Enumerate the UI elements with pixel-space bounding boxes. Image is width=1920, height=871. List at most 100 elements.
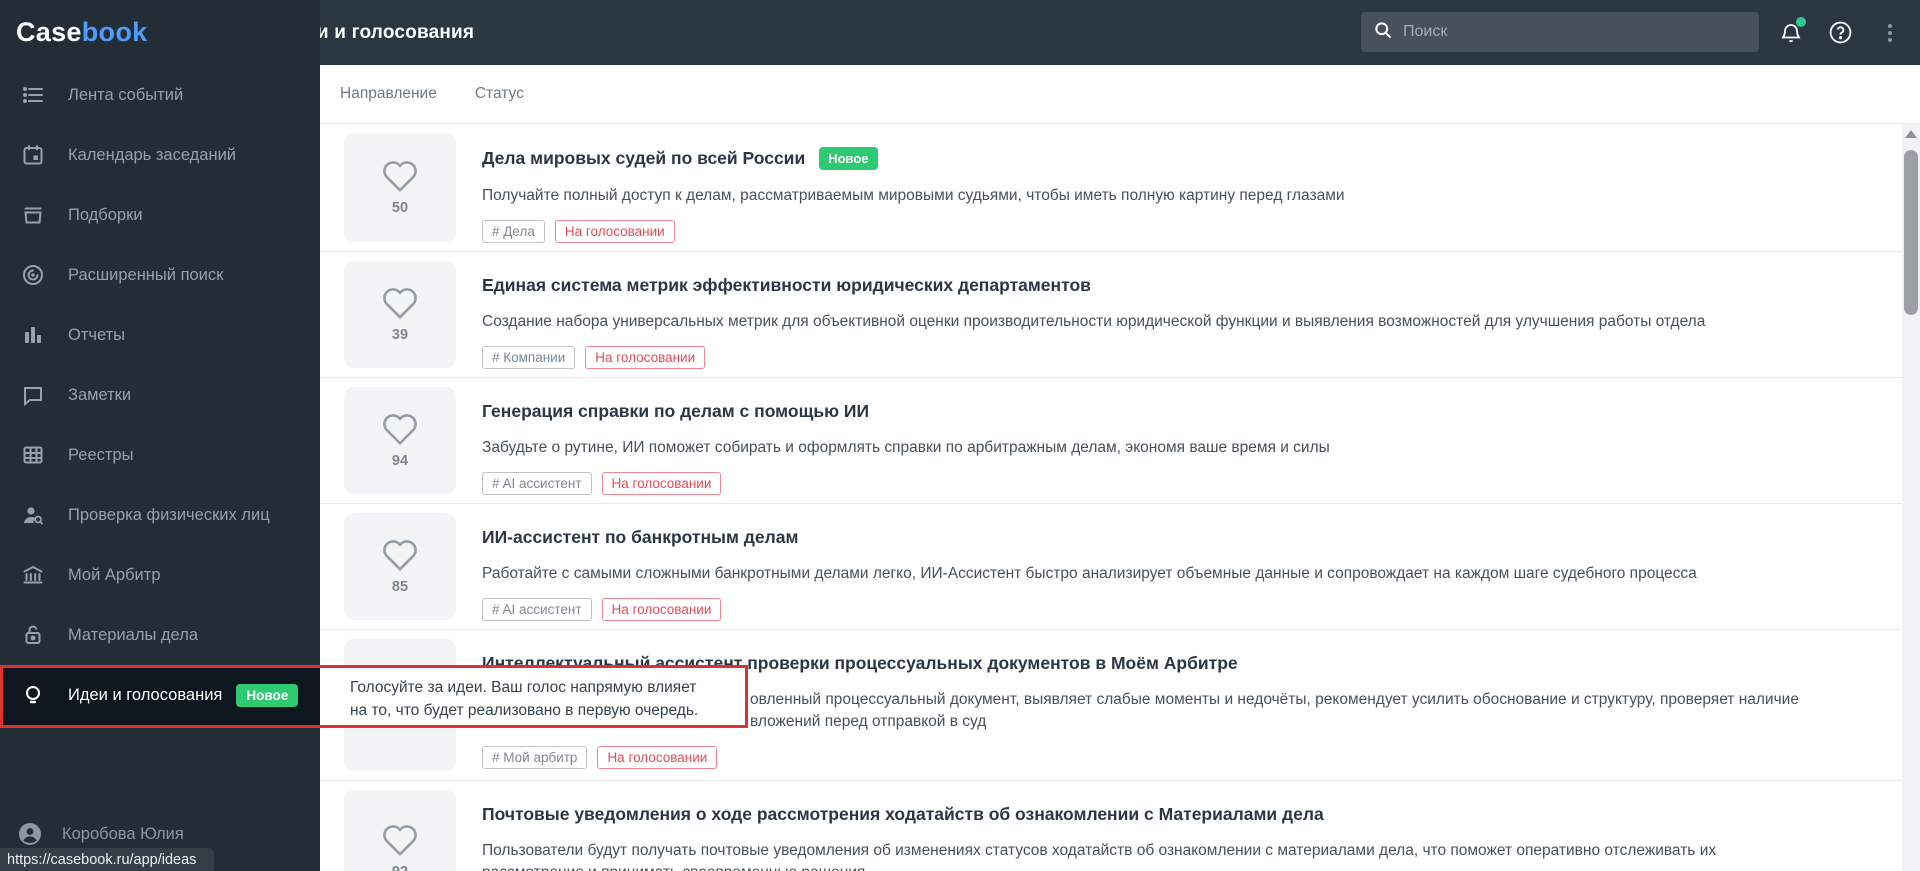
filter-bar: Направление Статус (320, 65, 1920, 124)
category-chip: # Дела (482, 220, 545, 243)
vote-count: 94 (391, 453, 409, 469)
sidebar-item-label: Проверка физических лиц (68, 505, 270, 524)
scroll-up-arrow-icon[interactable] (1905, 130, 1917, 138)
casebook-logo[interactable]: Case book (0, 0, 320, 65)
sidebar-item-label: Лента событий (68, 85, 184, 104)
idea-tags: # AI ассистент На голосовании (482, 598, 1890, 621)
idea-row[interactable]: 50 Дела мировых судей по всей России Новое… (320, 124, 1920, 252)
idea-row[interactable]: 39 Единая система метрик эффективности юр… (320, 252, 1920, 378)
idea-body: Интеллектуальный ассистент проверки проц… (456, 638, 1890, 772)
description-line: Работайте с самыми сложными банкротными … (482, 565, 1697, 582)
idea-title[interactable]: Интеллектуальный ассистент проверки проц… (482, 653, 1238, 674)
sidebar-item-3[interactable]: Подборки (0, 185, 320, 245)
vote-count: 50 (391, 200, 409, 216)
idea-title[interactable]: Почтовые уведомления о ходе рассмотрения… (482, 804, 1324, 825)
vote-count: 39 (391, 327, 409, 343)
sidebar-item-6[interactable]: Заметки (0, 365, 320, 425)
idea-description: Работайте с самыми сложными банкротными … (482, 563, 1890, 585)
idea-row[interactable]: 94 Генерация справки по делам с помощью И… (320, 378, 1920, 504)
idea-tags: # Мой арбитр На голосовании (482, 746, 1890, 769)
sidebar-item-5[interactable]: Отчеты (0, 305, 320, 365)
sidebar-item-7[interactable]: Реестры (0, 425, 320, 485)
sidebar-item-2[interactable]: Календарь заседаний (0, 125, 320, 185)
bank-icon (20, 562, 46, 588)
idea-tags: # AI ассистент На голосовании (482, 472, 1890, 495)
sidebar-item-label: Заметки (68, 385, 132, 404)
idea-description: Создание набора универсальных метрик для… (482, 311, 1890, 333)
idea-title[interactable]: ИИ-ассистент по банкротным делам (482, 527, 798, 548)
search-icon (1373, 20, 1393, 45)
description-line: Забудьте о рутине, ИИ поможет собирать и… (482, 439, 1330, 456)
idea-body: Дела мировых судей по всей России Новое По… (456, 132, 1890, 243)
description-line: Создание набора универсальных метрик для… (482, 313, 1706, 330)
idea-row[interactable]: 92 Почтовые уведомления о ходе рассмотрен… (320, 781, 1920, 871)
idea-description: Забудьте о рутине, ИИ поможет собирать и… (482, 437, 1890, 459)
idea-body: ИИ-ассистент по банкротным делам Работайт… (456, 512, 1890, 621)
idea-row[interactable]: Интеллектуальный ассистент проверки проц… (320, 630, 1920, 781)
sidebar-item-label: Отчеты (68, 325, 126, 344)
heart-icon (381, 159, 419, 198)
vote-count: 85 (391, 579, 409, 595)
filter-1[interactable]: Направление (340, 85, 437, 103)
scrollbar-track[interactable] (1902, 124, 1920, 871)
main-content: Направление Статус 50 Дела мировых судей п… (320, 65, 1920, 871)
vote-button[interactable]: 85 (344, 513, 456, 620)
heart-icon (381, 286, 419, 325)
global-search[interactable] (1361, 12, 1759, 52)
sidebar-item-8[interactable]: Проверка физических лиц (0, 485, 320, 545)
status-chip: На голосовании (597, 746, 718, 769)
help-button[interactable] (1822, 0, 1858, 65)
sidebar-item-4[interactable]: Расширенный поиск (0, 245, 320, 305)
heart-icon (381, 823, 419, 862)
category-chip: # AI ассистент (482, 472, 592, 495)
scrollbar-thumb[interactable] (1904, 150, 1918, 315)
search-input[interactable] (1403, 23, 1733, 41)
sidebar-item-9[interactable]: Мой Арбитр (0, 545, 320, 605)
vote-button[interactable]: 92 (344, 790, 456, 871)
description-line: вложений перед отправкой в суд (750, 713, 987, 730)
vote-button[interactable]: 39 (344, 261, 456, 368)
collections-icon (20, 202, 46, 228)
sidebar-item-10[interactable]: Материалы дела (0, 605, 320, 665)
sidebar-item-label: Идеи и голосования (68, 685, 223, 704)
new-badge: Новое (819, 147, 878, 170)
avatar (18, 822, 42, 846)
lock-icon (20, 622, 46, 648)
sidebar-item-1[interactable]: Лента событий (0, 65, 320, 125)
sidebar-item-label: Реестры (68, 445, 134, 464)
kebab-menu-icon[interactable] (1872, 0, 1908, 65)
sidebar-item-label: Расширенный поиск (68, 265, 224, 284)
sidebar-item-11[interactable]: Идеи и голосования Новое (0, 665, 320, 725)
idea-title[interactable]: Единая система метрик эффективности юрид… (482, 275, 1091, 296)
filter-2[interactable]: Статус (475, 85, 524, 103)
description-line: Получайте полный доступ к делам, рассмат… (482, 187, 1345, 204)
description-line: овленный процессуальный документ, выявля… (750, 691, 1799, 708)
calendar-icon (20, 142, 46, 168)
heart-icon (381, 538, 419, 577)
sidebar-item-label: Подборки (68, 205, 143, 224)
vote-button[interactable] (344, 639, 456, 771)
vote-count: 92 (392, 864, 408, 871)
idea-row[interactable]: 85 ИИ-ассистент по банкротным делам Работа… (320, 504, 1920, 630)
browser-status-url: https://casebook.ru/app/ideas (0, 848, 214, 871)
category-chip: # Компании (482, 346, 576, 369)
user-account[interactable]: Коробова Юлия (18, 822, 184, 846)
vote-button[interactable]: 50 (344, 133, 456, 242)
status-chip: На голосовании (601, 598, 722, 621)
logo-part-case: Case (16, 17, 82, 47)
registries-table-icon (20, 442, 46, 468)
idea-tags: # Компании На голосовании (482, 346, 1890, 369)
sidebar-item-label: Календарь заседаний (68, 145, 237, 164)
notifications-button[interactable] (1773, 0, 1809, 65)
description-line: рассмотрение и принимать своевременные р… (482, 862, 1890, 871)
status-chip: На голосовании (585, 346, 706, 369)
idea-title[interactable]: Дела мировых судей по всей России (482, 148, 805, 169)
casebook-app: Идеи и голосования Поиск Case book Лента… (0, 0, 1920, 871)
vote-button[interactable]: 94 (344, 387, 456, 494)
feed-list-icon (20, 82, 46, 108)
reports-chart-icon (20, 322, 46, 348)
sidebar-nav: Лента событий Календарь заседаний Подборки… (0, 65, 320, 725)
idea-title[interactable]: Генерация справки по делам с помощью ИИ (482, 401, 869, 422)
notes-bubble-icon (20, 382, 46, 408)
idea-body: Почтовые уведомления о ходе рассмотрения… (456, 789, 1890, 871)
